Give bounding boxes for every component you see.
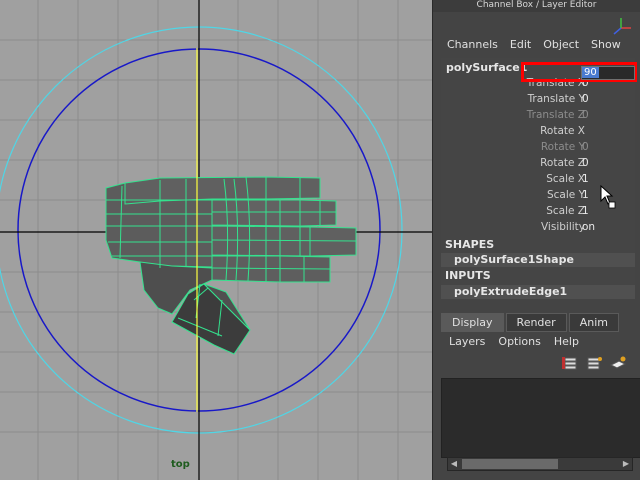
attr-label: Visibility <box>540 221 585 233</box>
horizontal-scrollbar[interactable]: ◀ ▶ <box>447 457 633 471</box>
attr-value[interactable]: 1 <box>582 205 589 217</box>
shape-node-name: polySurface1Shape <box>454 253 574 266</box>
attr-value[interactable]: 0 <box>582 109 589 121</box>
attr-rotate-y[interactable]: Rotate Y 0 <box>441 140 635 156</box>
panel-title: Channel Box / Layer Editor <box>433 0 640 12</box>
attr-value[interactable]: 0 <box>582 93 589 105</box>
viewport-top[interactable]: top <box>0 0 432 480</box>
layer-list[interactable] <box>441 378 640 458</box>
tab-display[interactable]: Display <box>441 313 504 332</box>
input-node-item[interactable]: polyExtrudeEdge1 <box>441 285 635 299</box>
attr-value[interactable]: on <box>582 221 595 233</box>
layer-editor-tabs: Display Render Anim <box>441 313 621 332</box>
attr-label: Translate Y <box>527 93 585 105</box>
attr-value[interactable]: 0 <box>582 141 589 153</box>
scroll-left-icon[interactable]: ◀ <box>449 459 459 469</box>
viewport-camera-label: top <box>171 459 190 470</box>
object-name[interactable]: polySurface1 <box>446 61 527 74</box>
channel-box: polySurface1 Translate X 0 Translate Y 0… <box>441 58 635 299</box>
attr-value[interactable]: 0 <box>582 157 589 169</box>
layer-toolbar <box>561 355 627 371</box>
scroll-thumb[interactable] <box>462 459 558 469</box>
menu-layers[interactable]: Layers <box>449 335 485 348</box>
menu-show[interactable]: Show <box>587 38 625 54</box>
shapes-header: SHAPES <box>445 238 495 251</box>
empty-layer-icon[interactable] <box>609 355 627 371</box>
layer-editor-menubar: Layers Options Help <box>449 335 579 348</box>
menu-options[interactable]: Options <box>498 335 540 348</box>
channel-box-menubar: Channels Edit Object Show <box>443 38 629 54</box>
axis-orientation-icon <box>613 18 631 35</box>
menu-help[interactable]: Help <box>554 335 579 348</box>
inputs-header: INPUTS <box>445 269 491 282</box>
viewport-scene[interactable] <box>0 0 432 480</box>
new-layer-icon[interactable] <box>585 355 603 371</box>
mouse-cursor-icon <box>600 185 616 209</box>
attr-label: Rotate Z <box>540 157 585 169</box>
input-node-name: polyExtrudeEdge1 <box>454 285 568 298</box>
shape-node-item[interactable]: polySurface1Shape <box>441 253 635 267</box>
attr-label: Scale X <box>546 173 585 185</box>
attr-translate-z[interactable]: Translate Z 0 <box>441 108 635 124</box>
attr-rotate-x[interactable]: Rotate X <box>441 124 635 140</box>
rotate-x-field[interactable]: 90 <box>581 66 635 80</box>
attr-value[interactable]: 1 <box>582 189 589 201</box>
rotate-x-value[interactable]: 90 <box>582 67 599 78</box>
attr-label: Rotate X <box>540 125 585 137</box>
tab-anim[interactable]: Anim <box>568 313 619 332</box>
new-layer-from-selection-icon[interactable] <box>561 355 579 371</box>
attr-rotate-z[interactable]: Rotate Z 0 <box>441 156 635 172</box>
scroll-right-icon[interactable]: ▶ <box>621 459 631 469</box>
menu-channels[interactable]: Channels <box>443 38 502 54</box>
attr-label: Translate Z <box>526 109 585 121</box>
menu-edit[interactable]: Edit <box>506 38 535 54</box>
tab-render[interactable]: Render <box>505 313 567 332</box>
attr-label: Rotate Y <box>540 141 585 153</box>
attr-label: Scale Y <box>546 189 585 201</box>
attr-value[interactable]: 1 <box>582 173 589 185</box>
channel-box-panel: Channel Box / Layer Editor Channels Edit… <box>433 0 640 480</box>
attr-translate-y[interactable]: Translate Y 0 <box>441 92 635 108</box>
menu-object[interactable]: Object <box>539 38 583 54</box>
attr-visibility[interactable]: Visibility on <box>441 220 635 236</box>
attr-label: Scale Z <box>546 205 585 217</box>
